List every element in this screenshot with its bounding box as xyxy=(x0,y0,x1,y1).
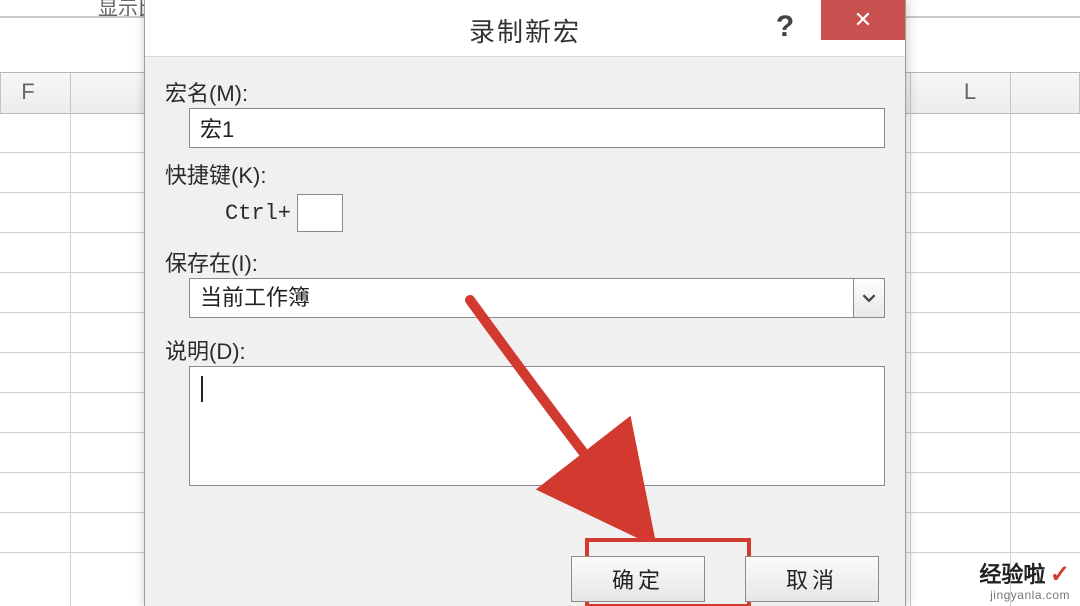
help-button[interactable]: ? xyxy=(765,10,805,44)
store-in-value: 当前工作簿 xyxy=(189,278,885,318)
shortcut-row: Ctrl+ xyxy=(225,194,885,232)
chevron-down-icon[interactable] xyxy=(853,278,885,318)
text-caret xyxy=(201,376,203,402)
watermark-text: 经验啦 xyxy=(979,562,1045,587)
dialog-button-row: 确定 取消 xyxy=(571,556,879,602)
cancel-button[interactable]: 取消 xyxy=(745,556,879,602)
store-in-label: 保存在(I): xyxy=(165,246,885,278)
close-button[interactable]: ✕ xyxy=(821,0,905,40)
dialog-titlebar[interactable]: 录制新宏 ? ✕ xyxy=(145,0,905,57)
column-header-L[interactable]: L xyxy=(930,79,1010,105)
shortcut-input[interactable] xyxy=(297,194,343,232)
record-macro-dialog: 录制新宏 ? ✕ 宏名(M): 快捷键(K): Ctrl+ 保存在(I): 当前… xyxy=(144,0,906,606)
description-textarea[interactable] xyxy=(189,366,885,486)
description-label: 说明(D): xyxy=(165,334,885,366)
watermark-url: jingyanla.com xyxy=(979,589,1070,602)
check-icon: ✓ xyxy=(1050,561,1070,588)
macro-name-label: 宏名(M): xyxy=(165,76,885,108)
macro-name-input[interactable] xyxy=(189,108,885,148)
store-in-select[interactable]: 当前工作簿 xyxy=(189,278,885,318)
ok-button[interactable]: 确定 xyxy=(571,556,705,602)
dialog-body: 宏名(M): 快捷键(K): Ctrl+ 保存在(I): 当前工作簿 说明(D)… xyxy=(165,70,885,606)
shortcut-prefix: Ctrl+ xyxy=(225,201,291,226)
column-header-F[interactable]: F xyxy=(0,79,68,105)
close-icon: ✕ xyxy=(854,7,872,33)
watermark: 经验啦 ✓ jingyanla.com xyxy=(979,562,1070,602)
shortcut-label: 快捷键(K): xyxy=(165,158,885,190)
